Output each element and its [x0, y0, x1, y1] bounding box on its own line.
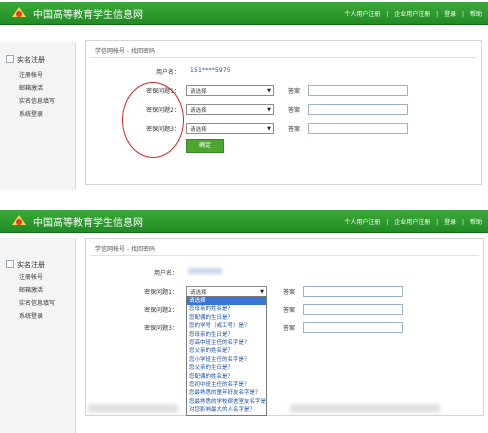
- company-register-link[interactable]: 企业用户注册: [394, 217, 430, 226]
- select-value: 请选择: [190, 108, 207, 114]
- question2-label: 密保问题2：: [144, 307, 178, 314]
- sidebar-item-realname-info[interactable]: 实名信息填写: [19, 298, 55, 307]
- answer3-input[interactable]: [308, 123, 408, 134]
- sidebar-item-register-account[interactable]: 注册帐号: [19, 272, 43, 281]
- sidebar: 实名注册 注册帐号 邮箱激活 实名信息填写 系统登录: [0, 42, 76, 190]
- nav-separator: |: [386, 11, 389, 18]
- username-value-redacted: [188, 268, 222, 274]
- login-link[interactable]: 登录: [444, 9, 456, 18]
- question-dropdown-list: 请选择 您母亲的姓名是？ 您配偶的生日是？ 您的学号（或工号）是？ 您母亲的生日…: [186, 296, 267, 416]
- site-logo-icon: [12, 215, 26, 225]
- confirm-button[interactable]: 确定: [186, 139, 224, 153]
- nav-separator: |: [462, 11, 465, 18]
- site-header: 中国高等教育学生信息网 个人用户注册 | 企业用户注册 | 登录 | 帮助: [0, 210, 488, 233]
- answer2-input[interactable]: [303, 304, 403, 315]
- screen-top: 中国高等教育学生信息网 个人用户注册 | 企业用户注册 | 登录 | 帮助 实名…: [0, 2, 488, 192]
- blurred-watermark: [88, 404, 178, 413]
- site-header: 中国高等教育学生信息网 个人用户注册 | 企业用户注册 | 登录 | 帮助: [0, 2, 488, 25]
- dropdown-option[interactable]: 您小学班主任的名字是？: [187, 356, 266, 364]
- breadcrumb: 学信网帐号 - 找回密码: [95, 246, 155, 253]
- question3-select[interactable]: 请选择 ▼: [186, 123, 274, 134]
- question3-label: 密保问题3：: [144, 325, 178, 332]
- dropdown-option[interactable]: 您父亲的生日是？: [187, 364, 266, 372]
- blurred-watermark: [290, 404, 440, 413]
- answer1-input[interactable]: [303, 286, 403, 297]
- dropdown-option[interactable]: 您母亲的姓名是？: [187, 305, 266, 313]
- sidebar-item-email-activate[interactable]: 邮箱激活: [19, 83, 43, 92]
- nav-separator: |: [436, 219, 439, 226]
- sidebar-heading: 实名注册: [6, 55, 45, 65]
- login-link[interactable]: 登录: [444, 217, 456, 226]
- dropdown-arrow-icon: ▼: [267, 107, 271, 113]
- nav-separator: |: [436, 11, 439, 18]
- username-label: 用户名：: [153, 270, 178, 277]
- sidebar-item-realname-info[interactable]: 实名信息填写: [19, 96, 55, 105]
- dropdown-arrow-icon: ▼: [260, 289, 264, 295]
- answer1-input[interactable]: [308, 85, 408, 96]
- answer3-label: 答案: [288, 126, 301, 133]
- doc-icon: [6, 260, 14, 268]
- sidebar-item-register-account[interactable]: 注册帐号: [19, 70, 43, 79]
- nav-separator: |: [462, 219, 465, 226]
- question1-label: 密保问题1：: [144, 289, 178, 296]
- doc-icon: [6, 55, 14, 63]
- dropdown-option[interactable]: 对您影响最大的人名字是？: [187, 406, 266, 414]
- question1-select[interactable]: 请选择 ▼: [186, 85, 274, 96]
- divider: [90, 255, 479, 256]
- help-link[interactable]: 帮助: [470, 217, 482, 226]
- dropdown-option[interactable]: 请选择: [187, 297, 266, 306]
- company-register-link[interactable]: 企业用户注册: [394, 9, 430, 18]
- sidebar-item-email-activate[interactable]: 邮箱激活: [19, 285, 43, 294]
- dropdown-arrow-icon: ▼: [267, 88, 271, 94]
- dropdown-option[interactable]: 您最熟悉的学校宿舍室友名字是？: [187, 398, 266, 406]
- screen-bottom: 中国高等教育学生信息网 个人用户注册 | 企业用户注册 | 登录 | 帮助 实名…: [0, 210, 488, 433]
- username-label: 用户名：: [155, 69, 180, 76]
- sidebar-item-system-login[interactable]: 系统登录: [19, 109, 43, 118]
- sidebar: 实名注册 注册帐号 邮箱激活 实名信息填写 系统登录: [0, 238, 76, 433]
- dropdown-option[interactable]: 您初中班主任的名字是？: [187, 381, 266, 389]
- select-value: 请选择: [190, 290, 207, 296]
- select-value: 请选择: [190, 89, 207, 95]
- answer3-input[interactable]: [303, 322, 403, 333]
- site-title: 中国高等教育学生信息网: [33, 218, 143, 229]
- dropdown-option[interactable]: 您配偶的生日是？: [187, 314, 266, 322]
- answer2-label: 答案: [288, 107, 301, 114]
- dropdown-arrow-icon: ▼: [267, 126, 271, 132]
- answer2-input[interactable]: [308, 104, 408, 115]
- answer1-label: 答案: [288, 88, 301, 95]
- nav-separator: |: [386, 219, 389, 226]
- sidebar-item-system-login[interactable]: 系统登录: [19, 311, 43, 320]
- answer1-label: 答案: [283, 289, 296, 296]
- dropdown-option[interactable]: 您的学号（或工号）是？: [187, 322, 266, 330]
- dropdown-option[interactable]: 您高中班主任的名字是？: [187, 339, 266, 347]
- site-logo-icon: [12, 7, 26, 17]
- form-card: 学信网帐号 - 找回密码 用户名： 密保问题1： 请选择 ▼ 答案 密保问题2：…: [85, 238, 484, 416]
- personal-register-link[interactable]: 个人用户注册: [344, 217, 380, 226]
- select-value: 请选择: [190, 127, 207, 133]
- divider: [90, 57, 477, 58]
- annotation-circle: [122, 82, 184, 158]
- dropdown-option[interactable]: 您配偶的姓名是？: [187, 373, 266, 381]
- top-nav: 个人用户注册 | 企业用户注册 | 登录 | 帮助: [344, 9, 482, 18]
- dropdown-option[interactable]: 您父亲的姓名是？: [187, 347, 266, 355]
- sidebar-heading: 实名注册: [6, 260, 45, 270]
- site-title: 中国高等教育学生信息网: [33, 10, 143, 21]
- username-value: 151****5975: [190, 67, 231, 74]
- breadcrumb: 学信网帐号 - 找回密码: [95, 48, 155, 55]
- dropdown-option[interactable]: 您母亲的生日是？: [187, 331, 266, 339]
- top-nav: 个人用户注册 | 企业用户注册 | 登录 | 帮助: [344, 217, 482, 226]
- question2-select[interactable]: 请选择 ▼: [186, 104, 274, 115]
- help-link[interactable]: 帮助: [470, 9, 482, 18]
- personal-register-link[interactable]: 个人用户注册: [344, 9, 380, 18]
- answer3-label: 答案: [283, 325, 296, 332]
- dropdown-option[interactable]: 您最熟悉的童年好友名字是？: [187, 389, 266, 397]
- answer2-label: 答案: [283, 307, 296, 314]
